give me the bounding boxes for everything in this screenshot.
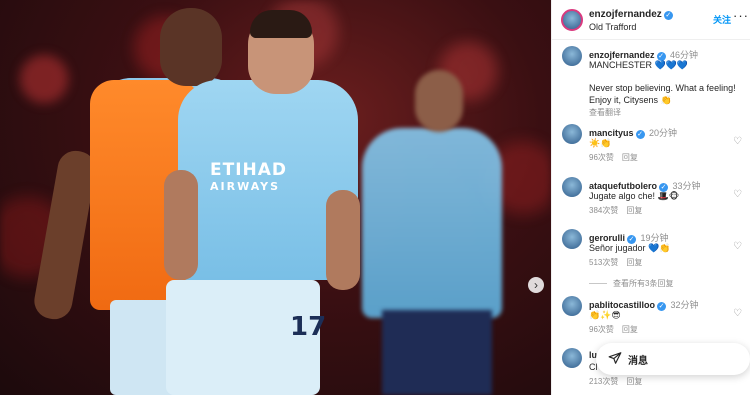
comment-likes[interactable]: 384次赞 bbox=[589, 206, 618, 215]
verified-badge-icon: ✓ bbox=[663, 11, 673, 20]
comment-text: Señor jugador 💙👏 bbox=[589, 243, 671, 253]
more-options-icon[interactable]: ··· bbox=[733, 8, 749, 23]
paper-plane-icon bbox=[608, 352, 622, 364]
comment-reply-button[interactable]: 回复 bbox=[622, 325, 638, 334]
main-player-hair bbox=[250, 10, 312, 38]
comment-avatar[interactable] bbox=[562, 229, 582, 249]
background-player-head bbox=[415, 70, 463, 132]
main-player-left-arm bbox=[164, 170, 198, 280]
comment-avatar[interactable] bbox=[562, 177, 582, 197]
caption-line1: MANCHESTER 💙💙💙 bbox=[589, 60, 689, 70]
comment-likes[interactable]: 96次赞 bbox=[589, 325, 614, 334]
post-location[interactable]: Old Trafford bbox=[589, 22, 636, 32]
caption-avatar[interactable] bbox=[562, 46, 582, 66]
comment-item: gerorulli ✓ 19分钟 Señor jugador 💙👏 513次赞 回复… bbox=[552, 229, 750, 269]
heart-icon[interactable]: ♡ bbox=[733, 241, 742, 252]
main-player-right-arm bbox=[326, 190, 360, 290]
comment-meta: 513次赞 回复 bbox=[589, 257, 650, 268]
caption-line3: Enjoy it, Citysens 👏 bbox=[589, 95, 672, 105]
caption: enzojfernandez ✓ 46分钟 MANCHESTER 💙💙💙 Neve… bbox=[552, 46, 750, 118]
author-username[interactable]: enzojfernandez ✓ bbox=[589, 9, 673, 20]
comment-meta: 213次赞 回复 bbox=[589, 376, 650, 387]
comment-time: 20分钟 bbox=[649, 128, 678, 138]
heart-icon[interactable]: ♡ bbox=[733, 189, 742, 200]
comment-time: 32分钟 bbox=[670, 300, 699, 310]
comment-meta: 96次赞 回复 bbox=[589, 324, 646, 335]
background-player-shorts bbox=[382, 310, 492, 395]
messages-button[interactable]: 消息 bbox=[596, 343, 750, 375]
comment-avatar[interactable] bbox=[562, 348, 582, 368]
comments-list[interactable]: enzojfernandez ✓ 46分钟 MANCHESTER 💙💙💙 Neve… bbox=[552, 40, 750, 395]
post-photo[interactable]: ETIHAD AIRWAYS 17 › bbox=[0, 0, 551, 395]
player-head bbox=[160, 8, 222, 86]
comment-text: Jugate algo che! 🎩🐵 bbox=[589, 191, 680, 201]
post-header: enzojfernandez ✓ Old Trafford 关注 ··· bbox=[552, 0, 750, 40]
follow-button[interactable]: 关注 bbox=[713, 13, 731, 26]
background-player bbox=[362, 128, 502, 318]
verified-badge-icon: ✓ bbox=[657, 302, 667, 311]
comment-meta: 96次赞 回复 bbox=[589, 152, 646, 163]
carousel-next-button[interactable]: › bbox=[528, 277, 544, 293]
heart-icon[interactable]: ♡ bbox=[733, 136, 742, 147]
comment-reply-button[interactable]: 回复 bbox=[626, 258, 642, 267]
comment-item: pablitocastilloo ✓ 32分钟 👏✨😎 96次赞 回复 ♡ bbox=[552, 296, 750, 336]
comment-text: 👏✨😎 bbox=[589, 310, 621, 320]
comment-reply-button[interactable]: 回复 bbox=[626, 206, 642, 215]
comment-avatar[interactable] bbox=[562, 296, 582, 316]
comment-reply-button[interactable]: 回复 bbox=[622, 153, 638, 162]
sponsor-line1: ETIHAD bbox=[210, 160, 288, 180]
shirt-sponsor: ETIHAD AIRWAYS bbox=[210, 160, 310, 193]
comment-likes[interactable]: 96次赞 bbox=[589, 153, 614, 162]
verified-badge-icon: ✓ bbox=[635, 130, 645, 139]
translate-link[interactable]: 查看翻译 bbox=[589, 107, 621, 118]
comment-likes[interactable]: 213次赞 bbox=[589, 377, 618, 386]
comment-text: ☀️👏 bbox=[589, 138, 612, 148]
sponsor-line2: AIRWAYS bbox=[210, 180, 281, 193]
comment-likes[interactable]: 513次赞 bbox=[589, 258, 618, 267]
comment-item: ataquefutbolero ✓ 33分钟 Jugate algo che! 🎩… bbox=[552, 177, 750, 217]
shirt-number: 17 bbox=[290, 312, 327, 342]
heart-icon[interactable]: ♡ bbox=[733, 308, 742, 319]
comment-avatar[interactable] bbox=[562, 124, 582, 144]
view-replies-link[interactable]: 查看所有3条回复 bbox=[589, 278, 673, 289]
caption-line2: Never stop believing. What a feeling! bbox=[589, 83, 736, 93]
comment-reply-button[interactable]: 回复 bbox=[626, 377, 642, 386]
post-side-panel: enzojfernandez ✓ Old Trafford 关注 ··· enzo… bbox=[551, 0, 750, 395]
author-avatar[interactable] bbox=[561, 9, 583, 31]
comment-meta: 384次赞 回复 bbox=[589, 205, 650, 216]
messages-label: 消息 bbox=[628, 356, 648, 367]
comment-item: mancityus ✓ 20分钟 ☀️👏 96次赞 回复 ♡ bbox=[552, 124, 750, 164]
